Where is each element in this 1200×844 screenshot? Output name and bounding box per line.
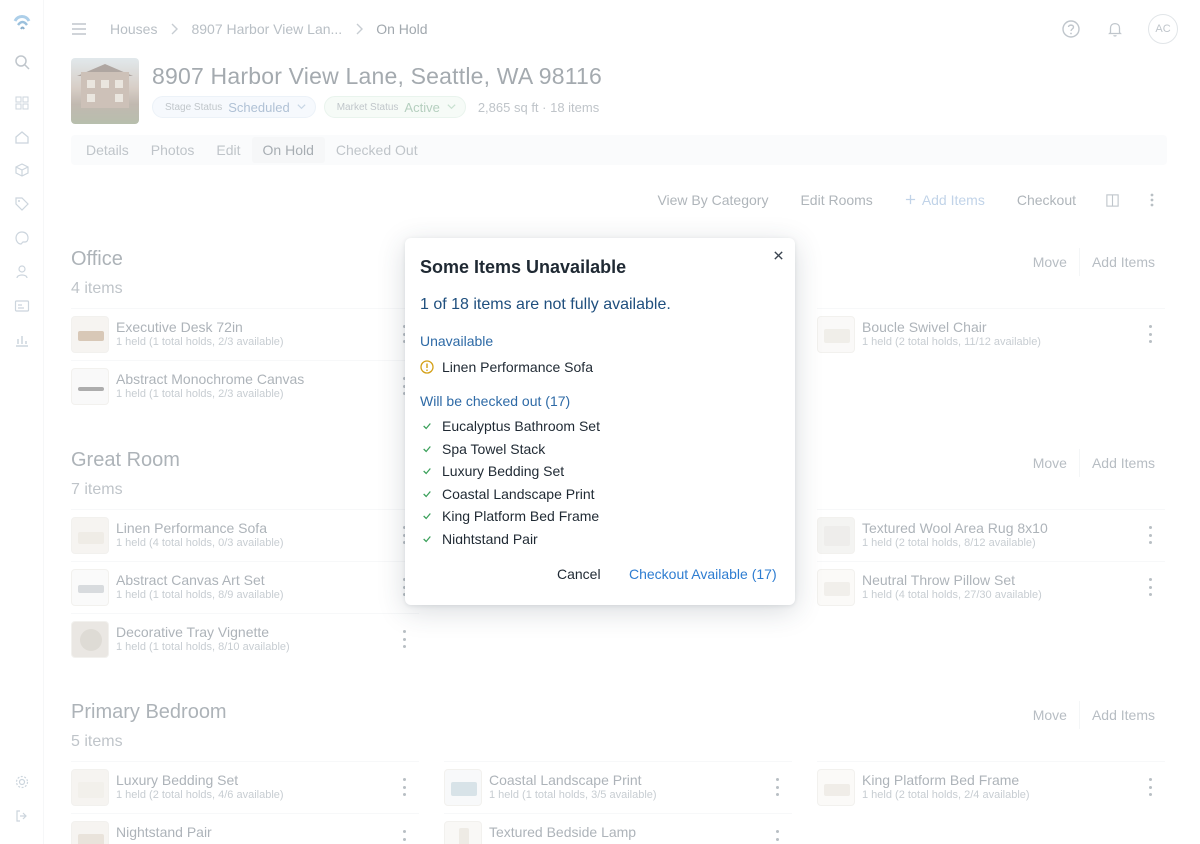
checked-out-section-title: Will be checked out (17) [420, 393, 571, 409]
checked-out-item: Coastal Landscape Print [420, 486, 595, 502]
checked-out-item: King Platform Bed Frame [420, 508, 599, 524]
check-icon [420, 487, 434, 501]
checked-out-item: Spa Towel Stack [420, 441, 545, 457]
unavailable-items-dialog: Some Items Unavailable 1 of 18 items are… [405, 238, 795, 605]
dialog-title: Some Items Unavailable [420, 257, 627, 277]
checked-out-item-name: Spa Towel Stack [442, 441, 546, 457]
checked-out-item: Eucalyptus Bathroom Set [420, 418, 600, 434]
check-icon [420, 464, 434, 478]
close-icon[interactable] [771, 248, 785, 262]
check-icon [420, 442, 434, 456]
unavailable-item-name: Linen Performance Sofa [442, 359, 593, 375]
check-icon [420, 419, 434, 433]
cancel-button[interactable]: Cancel [557, 566, 601, 582]
checked-out-item: Nightstand Pair [420, 531, 538, 544]
unavailable-item: Linen Performance Sofa [420, 359, 593, 375]
checked-out-item-name: Eucalyptus Bathroom Set [442, 418, 600, 434]
checked-out-list[interactable]: Eucalyptus Bathroom Set Spa Towel Stack … [405, 416, 795, 544]
checked-out-item-name: Luxury Bedding Set [442, 463, 565, 479]
checked-out-item-name: Coastal Landscape Print [442, 486, 595, 502]
checked-out-item: Luxury Bedding Set [420, 463, 564, 479]
warning-icon [420, 360, 434, 374]
dialog-summary: 1 of 18 items are not fully available. [420, 296, 671, 313]
checked-out-item-name: King Platform Bed Frame [442, 508, 600, 524]
checked-out-item-name: Nightstand Pair [442, 531, 538, 544]
check-icon [420, 509, 434, 523]
unavailable-section-title: Unavailable [420, 333, 494, 349]
checkout-available-button[interactable]: Checkout Available (17) [629, 566, 777, 582]
check-icon [420, 532, 434, 544]
